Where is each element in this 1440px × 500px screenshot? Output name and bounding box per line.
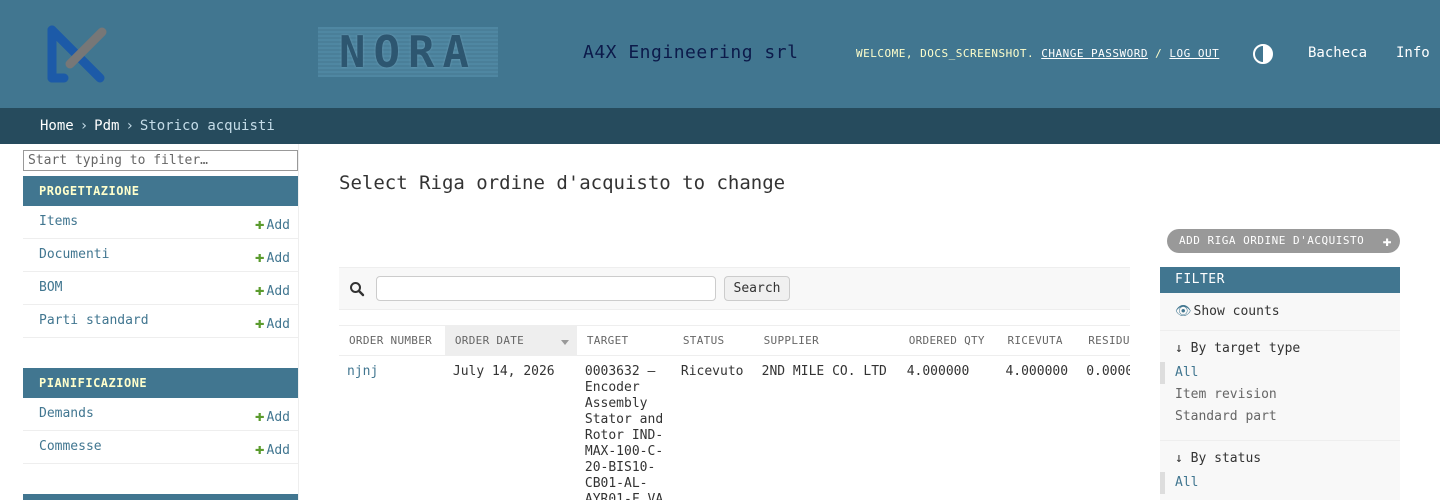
add-link[interactable]: ✚ Add — [255, 406, 290, 425]
filter-option-standard-part[interactable]: Standard part — [1160, 406, 1400, 428]
nora-brand-logo: NORA — [318, 26, 498, 78]
breadcrumb-current: Storico acquisti — [139, 118, 275, 134]
search-button[interactable]: Search — [724, 276, 790, 301]
filter-option-item-revision[interactable]: Item revision — [1160, 384, 1400, 406]
plus-icon: ✚ — [254, 313, 265, 332]
sidebar-item-demands: Demands ✚ Add — [23, 398, 298, 431]
cell-order-date: July 14, 2026 — [452, 364, 555, 379]
results-table: ORDER NUMBER ORDER DATE TARGET STATUS SU… — [339, 325, 1130, 500]
change-password-link[interactable]: CHANGE PASSWORD — [1041, 47, 1148, 60]
user-tools: WELCOME, DOCS_SCREENSHOT. CHANGE PASSWOR… — [856, 47, 1220, 60]
sidebar-item-label[interactable]: BOM — [39, 280, 62, 295]
sidebar-item-bom: BOM ✚ Add — [23, 272, 298, 305]
add-link[interactable]: ✚ Add — [255, 247, 290, 266]
column-header-status[interactable]: STATUS — [672, 325, 754, 356]
plus-icon: ✚ — [254, 439, 265, 458]
plus-icon: ✚ — [254, 247, 265, 266]
show-counts-link[interactable]: 👁 Show counts — [1160, 293, 1400, 331]
sidebar-divider — [298, 144, 299, 500]
module-caption[interactable]: PIANIFICAZIONE — [23, 368, 298, 398]
table-header-row: ORDER NUMBER ORDER DATE TARGET STATUS SU… — [339, 325, 1130, 356]
sidebar-item-documenti: Documenti ✚ Add — [23, 239, 298, 272]
column-header-ricevuta[interactable]: RICEVUTA — [997, 325, 1079, 356]
filter-panel: FILTER 👁 Show counts ↓ By target type All… — [1160, 267, 1400, 500]
cell-residua: 0.000000 — [1086, 364, 1130, 379]
sidebar-item-label[interactable]: Commesse — [39, 439, 102, 454]
add-link[interactable]: ✚ Add — [255, 214, 290, 233]
filter-group-target-type[interactable]: ↓ By target type — [1160, 331, 1400, 362]
filter-option-all[interactable]: All — [1160, 472, 1400, 494]
sidebar-item-parti-standard: Parti standard ✚ Add — [23, 305, 298, 338]
module-pianificazione: PIANIFICAZIONE Demands ✚ Add Commesse ✚ Ad… — [23, 368, 298, 464]
plus-icon: ✚ — [254, 406, 265, 425]
breadcrumb-separator: › — [125, 118, 134, 134]
nav-filter-input[interactable] — [23, 150, 298, 171]
search-icon — [350, 282, 365, 297]
module-caption-next — [23, 494, 298, 500]
breadcrumb: Home › Pdm › Storico acquisti — [0, 108, 1440, 144]
plus-icon: ✚ — [254, 214, 265, 233]
nav-info-link[interactable]: Info — [1396, 45, 1430, 61]
username: DOCS_SCREENSHOT — [920, 47, 1027, 60]
theme-toggle-icon[interactable] — [1252, 43, 1274, 65]
sidebar-item-label[interactable]: Parti standard — [39, 313, 149, 328]
sidebar-item-label[interactable]: Items — [39, 214, 78, 229]
search-input[interactable] — [376, 276, 716, 301]
filter-option-all[interactable]: All — [1160, 362, 1400, 384]
module-progettazione: PROGETTAZIONE Items ✚ Add Documenti ✚ Add … — [23, 176, 298, 369]
add-riga-ordine-button[interactable]: ADD RIGA ORDINE D'ACQUISTO ✚ — [1167, 229, 1400, 253]
column-header-target[interactable]: TARGET — [576, 325, 673, 356]
sort-descending-icon[interactable] — [560, 340, 569, 345]
breadcrumb-separator: › — [79, 118, 89, 134]
column-header-order-date[interactable]: ORDER DATE — [444, 325, 577, 356]
breadcrumb-home[interactable]: Home — [40, 118, 74, 134]
cell-supplier: 2ND MILE CO. LTD — [761, 364, 887, 379]
column-header-supplier[interactable]: SUPPLIER — [753, 325, 899, 356]
cell-status: Ricevuto — [680, 364, 744, 379]
sidebar-item-commesse: Commesse ✚ Add — [23, 431, 298, 464]
logout-link[interactable]: LOG OUT — [1169, 47, 1219, 60]
order-number-link[interactable]: njnj — [347, 364, 378, 379]
sidebar-item-label[interactable]: Demands — [39, 406, 94, 421]
table-row: njnj July 14, 2026 0003632 — Encoder Ass… — [339, 356, 1130, 500]
eye-icon: 👁 — [1175, 304, 1192, 319]
company-name: A4X Engineering srl — [583, 42, 799, 63]
plus-icon: ✚ — [254, 280, 265, 299]
add-link[interactable]: ✚ Add — [255, 280, 290, 299]
add-link[interactable]: ✚ Add — [255, 439, 290, 458]
a4x-logo-icon[interactable] — [42, 22, 110, 86]
filter-caption: FILTER — [1160, 267, 1400, 293]
welcome-label: WELCOME, — [856, 47, 913, 60]
nav-bacheca-link[interactable]: Bacheca — [1308, 45, 1367, 61]
cell-ricevuta: 4.000000 — [1005, 364, 1069, 379]
cell-order-number: njnj — [339, 356, 445, 500]
module-caption[interactable]: PROGETTAZIONE — [23, 176, 298, 206]
brand-text: NORA — [339, 26, 477, 78]
separator: / — [1155, 47, 1163, 60]
cell-target: 0003632 — Encoder Assembly Stator and Ro… — [584, 364, 664, 500]
column-header-residua[interactable]: RESIDUA — [1078, 325, 1130, 356]
column-header-ordered-qty[interactable]: ORDERED QTY — [898, 325, 998, 356]
add-link[interactable]: ✚ Add — [255, 313, 290, 332]
sidebar-item-items: Items ✚ Add — [23, 206, 298, 239]
page-title: Select Riga ordine d'acquisto to change — [339, 172, 786, 194]
sidebar-item-label[interactable]: Documenti — [39, 247, 109, 262]
filter-group-status[interactable]: ↓ By status — [1160, 441, 1400, 472]
column-header-order-number[interactable]: ORDER NUMBER — [339, 325, 445, 356]
header: NORA A4X Engineering srl WELCOME, DOCS_S… — [0, 0, 1440, 108]
cell-ordered-qty: 4.000000 — [906, 364, 970, 379]
search-toolbar: Search — [339, 267, 1130, 310]
breadcrumb-pdm[interactable]: Pdm — [94, 118, 119, 134]
plus-icon: ✚ — [1382, 232, 1392, 250]
